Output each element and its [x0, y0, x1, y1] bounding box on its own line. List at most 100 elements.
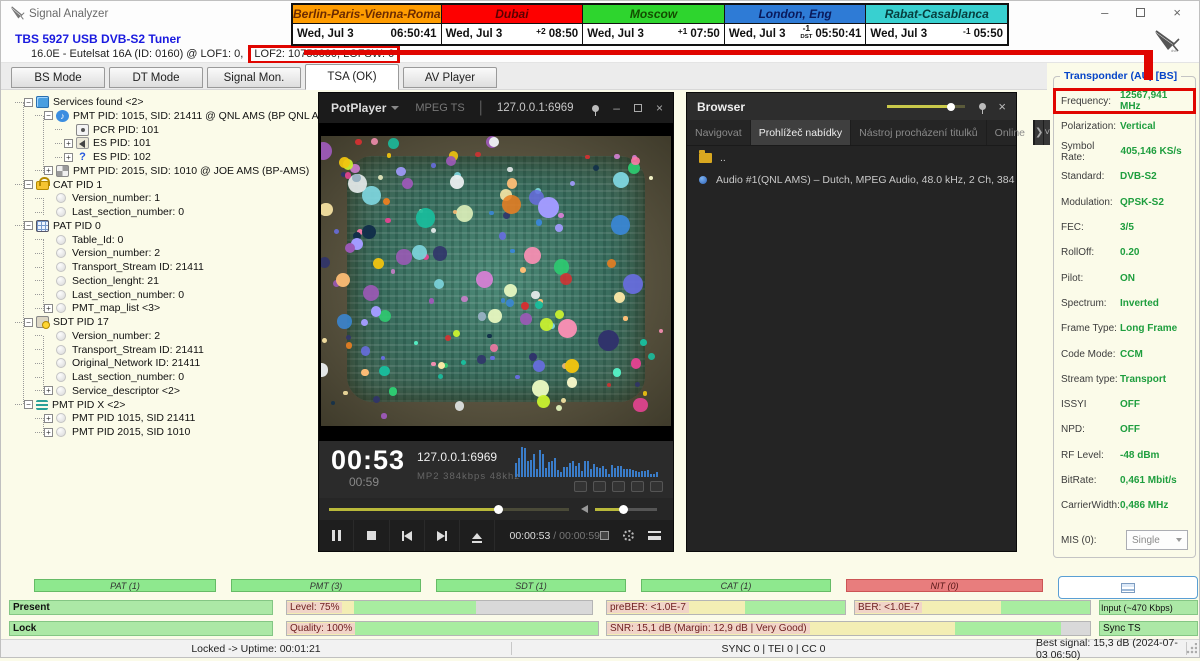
next-button[interactable]	[425, 520, 460, 551]
tree-item[interactable]: Table_Id: 0	[35, 233, 123, 247]
browser-close-button[interactable]: ×	[998, 99, 1006, 114]
tree-item[interactable]: Version_number: 2	[35, 329, 160, 343]
player-minimize-button[interactable]: –	[613, 103, 620, 113]
tree-item[interactable]: Version_number: 2	[35, 246, 160, 260]
tree-item[interactable]: Last_section_number: 0	[35, 205, 184, 219]
seek-thumb[interactable]	[494, 505, 503, 514]
browser-titlebar: Browser ×	[687, 93, 1016, 120]
video-dot	[536, 219, 542, 225]
expander-icon[interactable]: −	[24, 318, 33, 327]
resize-grip[interactable]	[1185, 643, 1197, 655]
bookmark-button[interactable]	[593, 481, 606, 492]
settings-gear-icon[interactable]	[623, 530, 634, 541]
previous-button[interactable]	[390, 520, 425, 551]
pin-icon[interactable]	[592, 105, 599, 112]
param-label: Spectrum:	[1061, 298, 1107, 309]
video-dot	[345, 172, 352, 179]
video-area[interactable]	[319, 123, 673, 441]
video-dot	[337, 314, 352, 329]
tree-connector	[43, 198, 44, 215]
mis-select[interactable]: Single	[1126, 530, 1188, 550]
tree-item[interactable]: Section_lenght: 21	[35, 274, 159, 288]
browser-next-icon[interactable]: ❯	[1034, 120, 1043, 145]
tree-item[interactable]: Last_section_number: 0	[35, 370, 184, 384]
browser-tab-prohl-e-nab-dky[interactable]: Prohlížeč nabídky	[751, 120, 851, 145]
tree-item[interactable]: +Service_descriptor <2>	[35, 384, 180, 398]
volume-thumb[interactable]	[619, 505, 628, 514]
expander-icon[interactable]: +	[64, 139, 73, 148]
video-dot	[429, 298, 435, 304]
tree-item[interactable]: Original_Network ID: 21411	[35, 356, 200, 370]
tab-dt-mode[interactable]: DT Mode	[109, 67, 203, 88]
browser-tab-n-stroj-proch-zen-titulk[interactable]: Nástroj procházení titulků	[851, 120, 986, 145]
browser-zoom-slider[interactable]	[887, 105, 965, 108]
chevron-down-icon[interactable]: ˅	[1043, 120, 1050, 145]
audio-track-item[interactable]: Audio #1(QNL AMS) – Dutch, MPEG Audio, 4…	[687, 168, 1016, 190]
tree-item[interactable]: Transport_Stream ID: 21411	[35, 343, 204, 357]
menu-icon[interactable]	[648, 531, 661, 540]
parent-folder-item[interactable]: ..	[687, 146, 1016, 168]
expander-icon[interactable]: +	[44, 428, 53, 437]
browser-tab-navigovat[interactable]: Navigovat	[687, 120, 751, 145]
tree-item[interactable]: −PAT PID 0	[15, 219, 101, 233]
pin-icon[interactable]	[979, 103, 986, 110]
eject-button[interactable]	[460, 520, 495, 551]
tree-item[interactable]: −Services found <2>	[15, 95, 143, 109]
pause-button[interactable]	[319, 520, 354, 551]
volume-icon	[581, 505, 588, 513]
expander-icon[interactable]: −	[44, 111, 53, 120]
tab-bs-mode[interactable]: BS Mode	[11, 67, 105, 88]
repeat-button[interactable]	[631, 481, 644, 492]
tree-item[interactable]: Version_number: 1	[35, 191, 160, 205]
tree-item[interactable]: Last_section_number: 0	[35, 288, 184, 302]
subtitle-button[interactable]	[612, 481, 625, 492]
tree-item[interactable]: +PMT PID 1015, SID 21411	[35, 411, 195, 425]
tree-item[interactable]: +?ES PID: 102	[55, 150, 151, 164]
tree-item[interactable]: +PMT PID 2015, SID 1010	[35, 425, 190, 439]
expander-icon[interactable]: +	[44, 386, 53, 395]
tree-item[interactable]: −PMT PID X <2>	[15, 398, 125, 412]
leaf-icon	[56, 276, 66, 286]
expander-icon[interactable]: −	[24, 180, 33, 189]
expander-icon[interactable]: +	[64, 153, 73, 162]
param-label: FEC:	[1061, 222, 1084, 233]
transponder-row: Modulation:QPSK-S2	[1054, 191, 1195, 213]
player-close-button[interactable]: ×	[656, 103, 663, 113]
video-dot	[321, 363, 328, 376]
stream-info-button[interactable]	[1058, 576, 1198, 599]
transponder-row: BitRate:0,461 Mbit/s	[1054, 470, 1195, 492]
tab-av-player[interactable]: AV Player	[403, 67, 497, 88]
maximize-button[interactable]	[1136, 5, 1145, 20]
expander-icon[interactable]: −	[24, 400, 33, 409]
playlist-button[interactable]	[600, 531, 609, 540]
tree-item[interactable]: PCR PID: 101	[55, 123, 159, 137]
clock-time: Wed, Jul 3-1DST05:50:41	[725, 24, 866, 44]
tree-item[interactable]: +ES PID: 101	[55, 136, 151, 150]
tree-item[interactable]: −CAT PID 1	[15, 178, 102, 192]
param-value: OFF	[1120, 424, 1188, 435]
stop-button[interactable]	[354, 520, 389, 551]
capture-button[interactable]	[574, 481, 587, 492]
volume-slider[interactable]	[595, 508, 657, 511]
expander-icon[interactable]: +	[44, 414, 53, 423]
tree-connector	[15, 225, 22, 226]
tree-item[interactable]: Transport_Stream ID: 21411	[35, 260, 204, 274]
tree-item[interactable]: +PMT_map_list <3>	[35, 301, 160, 315]
potplayer-menu[interactable]: PotPlayer	[331, 101, 386, 115]
expander-icon[interactable]: +	[44, 166, 53, 175]
tab-tsa-ok[interactable]: TSA (OK)	[305, 64, 399, 90]
expander-icon[interactable]: +	[44, 304, 53, 313]
expander-icon[interactable]: −	[24, 221, 33, 230]
video-dot	[507, 178, 518, 189]
seek-bar[interactable]	[329, 508, 569, 511]
tab-signal-mon[interactable]: Signal Mon.	[207, 67, 301, 88]
browser-tab-online[interactable]: Online	[987, 120, 1034, 145]
shuffle-button[interactable]	[650, 481, 663, 492]
expander-icon[interactable]: −	[24, 98, 33, 107]
tree-item[interactable]: +PMT PID: 2015, SID: 1010 @ JOE AMS (BP-…	[35, 164, 309, 178]
player-maximize-button[interactable]	[634, 104, 642, 112]
minimize-button[interactable]: –	[1101, 5, 1108, 20]
close-button[interactable]: ×	[1173, 5, 1181, 20]
tree-item[interactable]: −♪PMT PID: 1015, SID: 21411 @ QNL AMS (B…	[35, 109, 338, 123]
tree-item[interactable]: −SDT PID 17	[15, 315, 109, 329]
